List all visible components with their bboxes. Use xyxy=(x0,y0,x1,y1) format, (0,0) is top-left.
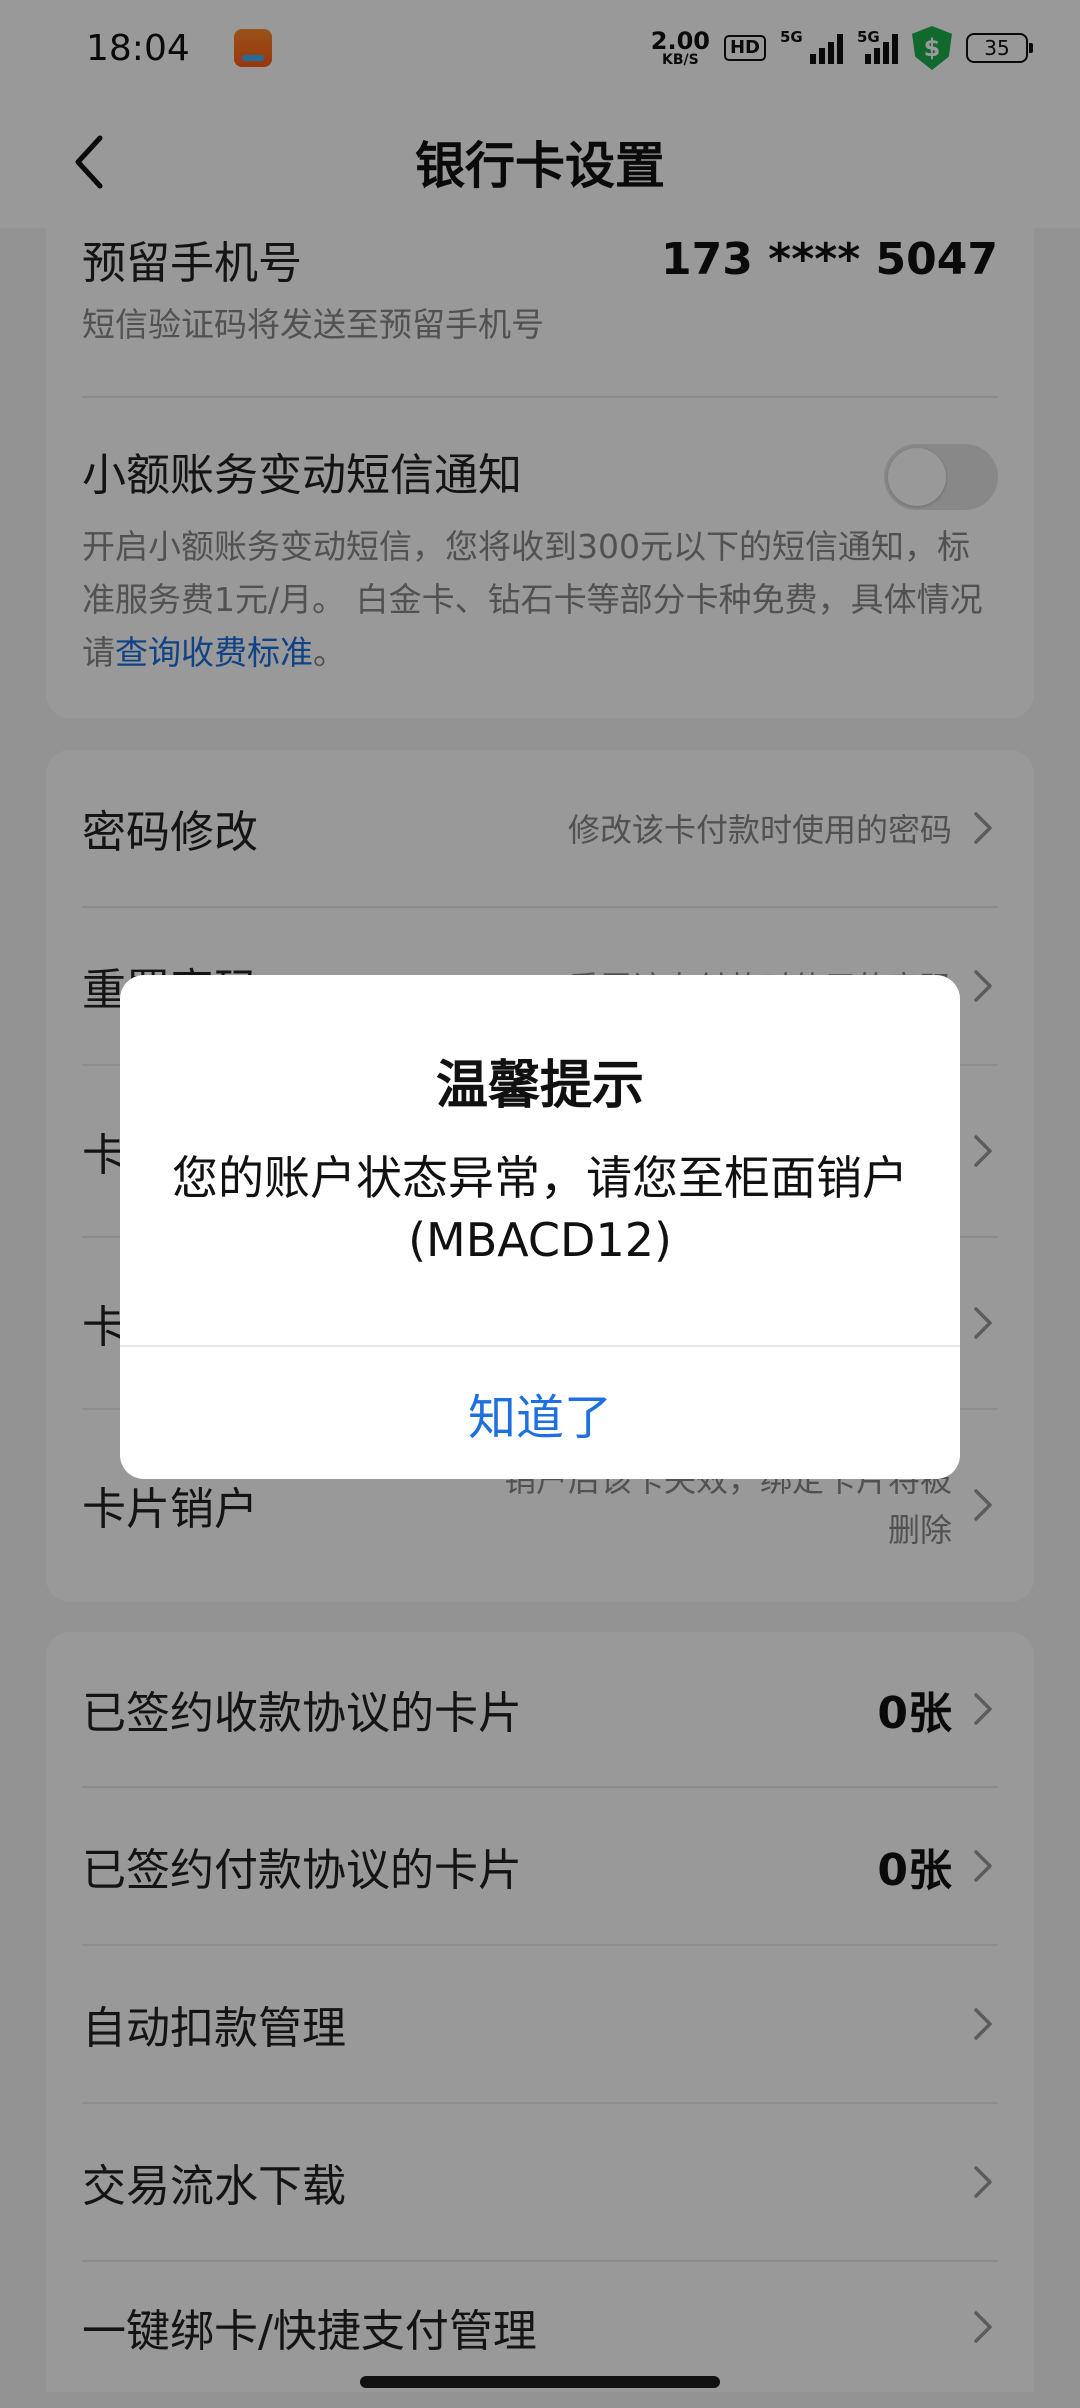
dialog-title: 温馨提示 xyxy=(435,1056,644,1116)
alert-dialog: 温馨提示 您的账户状态异常，请您至柜面销户(MBACD12) 知道了 xyxy=(120,975,960,1479)
home-indicator[interactable] xyxy=(360,2376,720,2388)
screen: 18:04 2.00 KB/S HD 5G 5G $ 35 银行卡设置 预留手机… xyxy=(0,0,1080,2408)
dialog-message: 您的账户状态异常，请您至柜面销户(MBACD12) xyxy=(172,1151,908,1267)
dialog-ok-button[interactable]: 知道了 xyxy=(120,1347,960,1479)
